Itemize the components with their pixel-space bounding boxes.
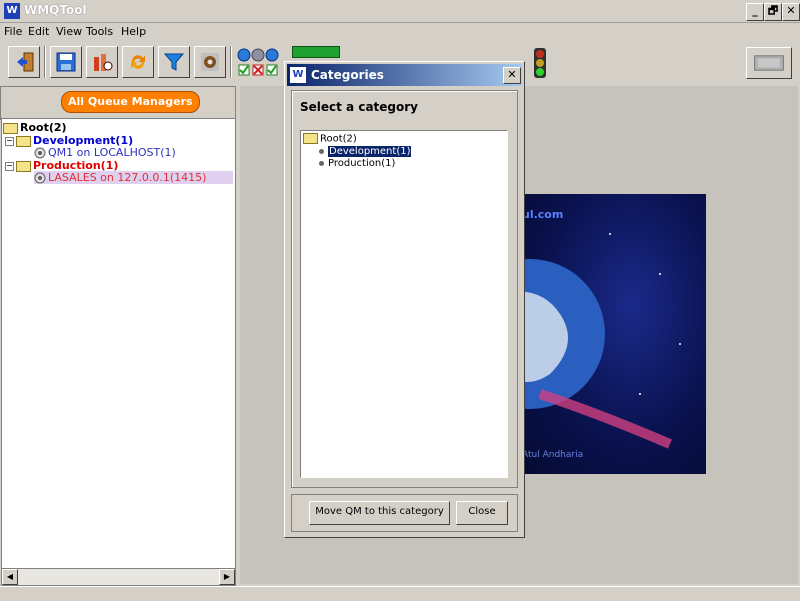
tree-item-label: QM1 on LOCALHOST(1) <box>48 146 176 159</box>
minimize-button[interactable]: _ <box>746 3 764 21</box>
status-bar <box>0 586 800 601</box>
filter-button[interactable] <box>158 46 190 78</box>
save-icon <box>56 52 76 72</box>
connect-button[interactable] <box>86 46 118 78</box>
category-item-development[interactable]: Development(1) <box>319 146 412 157</box>
folder-icon <box>16 135 31 147</box>
horizontal-scrollbar[interactable]: ◀ ▶ <box>1 568 236 586</box>
exit-button[interactable] <box>8 46 40 78</box>
settings-button[interactable] <box>194 46 226 78</box>
category-tree[interactable]: Root(2) Development(1) Production(1) <box>300 130 508 478</box>
close-button[interactable]: ✕ <box>782 3 800 21</box>
dialog-title: Categories <box>311 68 384 82</box>
menu-tools[interactable]: Tools <box>86 25 113 38</box>
queue-manager-icon <box>34 172 46 184</box>
queue-manager-tree[interactable]: Root(2) − Development(1) QM1 on LOCALHOST… <box>1 118 236 570</box>
earth-icon <box>520 233 681 449</box>
menu-edit[interactable]: Edit <box>28 25 49 38</box>
left-panel-header: All Queue Managers <box>0 86 236 120</box>
exit-icon <box>17 52 34 72</box>
folder-icon <box>3 122 18 134</box>
restore-button[interactable]: 🗗 <box>764 3 782 21</box>
toolbar-separator <box>230 46 231 78</box>
tree-item-qm1[interactable]: QM1 on LOCALHOST(1) <box>34 146 176 159</box>
all-queue-managers-button[interactable]: All Queue Managers <box>61 91 200 113</box>
collapse-icon[interactable]: − <box>5 136 14 146</box>
tree-item-lasales[interactable]: LASALES on 127.0.0.1(1415) <box>34 171 233 184</box>
menu-bar: File Edit View Tools Help <box>0 22 800 42</box>
leaf-icon <box>319 160 324 166</box>
title-bar: W WMQTool _ 🗗 ✕ <box>0 0 800 23</box>
monitor-icon <box>754 55 784 71</box>
filter-icon <box>163 53 185 71</box>
splash-author-text: Atul Andharia <box>522 450 584 460</box>
scroll-left-icon[interactable]: ◀ <box>2 569 18 585</box>
menu-file[interactable]: File <box>4 25 22 38</box>
tree-item-label: LASALES on 127.0.0.1(1415) <box>48 171 207 184</box>
tree-item-label: Root(2) <box>20 121 67 134</box>
queue-manager-icon <box>34 147 46 159</box>
dialog-close-button[interactable]: Close <box>456 501 508 525</box>
window-title: WMQTool <box>24 3 87 17</box>
category-item-root[interactable]: Root(2) <box>303 133 357 145</box>
splash-image: ul.com Atul Andharia <box>520 194 706 474</box>
folder-icon <box>16 160 31 172</box>
app-logo-icon: W <box>4 3 20 19</box>
collapse-icon[interactable]: − <box>5 161 14 171</box>
refresh-button[interactable] <box>122 46 154 78</box>
dialog-title-bar: W Categories ✕ <box>287 64 522 86</box>
menu-help[interactable]: Help <box>121 25 146 38</box>
tree-item-label: Root(2) <box>320 133 357 145</box>
move-qm-button[interactable]: Move QM to this category <box>309 501 450 525</box>
tree-item-root[interactable]: Root(2) <box>3 121 67 134</box>
connect-icon <box>94 54 113 71</box>
category-item-production[interactable]: Production(1) <box>319 158 395 169</box>
menu-view[interactable]: View <box>56 25 82 38</box>
dialog-close-icon[interactable]: ✕ <box>503 67 521 84</box>
categories-dialog: W Categories ✕ Select a category Root(2)… <box>284 61 525 538</box>
app-logo-icon: W <box>290 67 306 83</box>
settings-icon <box>201 53 219 71</box>
save-button[interactable] <box>50 46 82 78</box>
dialog-heading: Select a category <box>300 100 418 114</box>
traffic-light-icon <box>529 47 551 81</box>
leaf-icon <box>319 148 324 154</box>
scroll-right-icon[interactable]: ▶ <box>219 569 235 585</box>
monitor-button[interactable] <box>746 47 792 79</box>
folder-icon <box>303 133 318 144</box>
battery-icon <box>292 46 340 58</box>
tree-item-label: Development(1) <box>328 146 412 157</box>
queue-status-icon <box>236 48 282 78</box>
refresh-icon <box>131 55 145 69</box>
tree-item-label: Production(1) <box>328 158 396 169</box>
splash-site-text: ul.com <box>522 208 564 221</box>
toolbar-separator <box>44 46 45 78</box>
